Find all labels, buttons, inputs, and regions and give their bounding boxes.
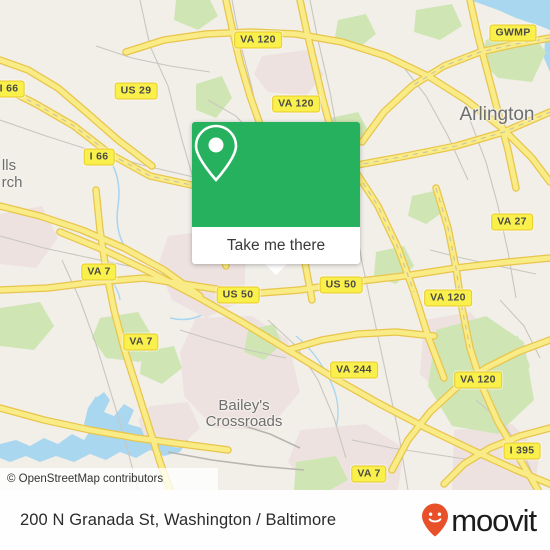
moovit-map-screen: VA 120 GWMP US 29 VA 120 I 66 I 66 VA 27 VA 7 US…: [0, 0, 550, 550]
address-text: 200 N Granada St, Washington / Baltimore: [20, 510, 337, 529]
place-label: lls: [1, 157, 17, 174]
moovit-wordmark: moovit: [451, 502, 537, 538]
map-canvas[interactable]: VA 120 GWMP US 29 VA 120 I 66 I 66 VA 27 VA 7 US…: [0, 0, 550, 490]
popup-header: [192, 122, 360, 227]
road-shield: US 29: [114, 82, 158, 100]
road-shield: VA 120: [424, 289, 472, 307]
place-label: Bailey's: [218, 397, 270, 414]
take-me-there-label: Take me there: [226, 236, 326, 254]
road-shield: US 50: [319, 276, 363, 294]
place-label: rch: [1, 174, 23, 191]
road-shield: US 50: [216, 286, 260, 304]
popup-tail: [265, 264, 287, 275]
location-pin-icon: [194, 124, 238, 182]
road-shield: I 66: [83, 148, 115, 166]
destination-popup[interactable]: Take me there: [192, 122, 360, 275]
road-shield: VA 7: [351, 465, 387, 483]
osm-attribution-text: © OpenStreetMap contributors: [7, 473, 164, 485]
road-shield: VA 120: [454, 371, 502, 389]
bottom-info-bar: 200 N Granada St, Washington / Baltimore…: [0, 490, 550, 550]
road-shield: VA 27: [491, 213, 533, 231]
road-shield: GWMP: [489, 24, 537, 42]
osm-attribution[interactable]: © OpenStreetMap contributors: [0, 468, 218, 490]
road-shield: VA 7: [123, 333, 159, 351]
road-shield: VA 244: [330, 361, 378, 379]
road-shield: VA 120: [272, 95, 320, 113]
road-shield: VA 120: [234, 31, 282, 49]
moovit-logo[interactable]: moovit: [420, 502, 537, 538]
place-label: Arlington: [459, 104, 535, 125]
place-label: Crossroads: [205, 413, 283, 430]
road-shield: I 66: [0, 80, 25, 98]
popup-footer[interactable]: Take me there: [192, 227, 360, 275]
moovit-smiley-pin-icon: [422, 503, 449, 537]
road-shield: I 395: [503, 442, 541, 460]
road-shield: VA 7: [81, 263, 117, 281]
